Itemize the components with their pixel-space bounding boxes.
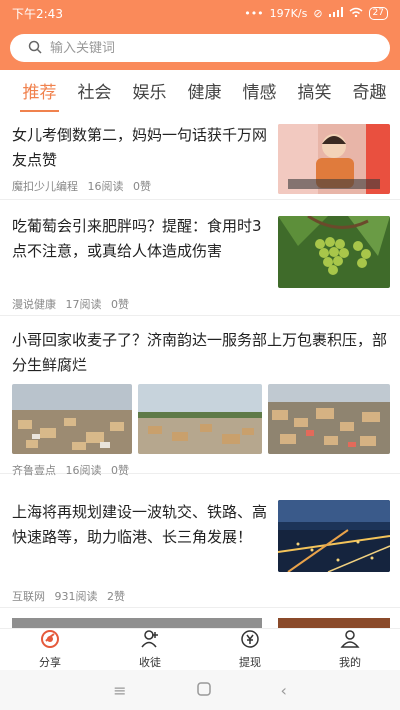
- nav-label: 提现: [239, 656, 261, 669]
- wifi-icon: [349, 7, 363, 20]
- article-thumbnail[interactable]: [12, 384, 132, 454]
- article-reads: 931阅读: [54, 590, 98, 603]
- article-likes: 2赞: [107, 590, 125, 603]
- article-meta: 互联网 931阅读 2赞: [12, 588, 131, 604]
- article-thumbnail[interactable]: [138, 384, 262, 454]
- article-likes: 0赞: [111, 298, 129, 311]
- home-icon[interactable]: [196, 681, 211, 700]
- article-thumbnail[interactable]: [278, 124, 390, 194]
- article-reads: 16阅读: [87, 180, 124, 193]
- article-source: 互联网: [12, 590, 45, 603]
- nav-label: 收徒: [139, 656, 161, 669]
- article-meta: 魔扣少儿编程 16阅读 0赞: [12, 178, 157, 194]
- profile-icon: [340, 629, 360, 652]
- tab-recommend[interactable]: 推荐: [12, 72, 67, 118]
- article-title[interactable]: 上海将再规划建设一波轨交、铁路、高快速路等，助力临港、长三角发展！: [12, 500, 274, 550]
- menu-icon[interactable]: ≡: [113, 681, 126, 700]
- article-title[interactable]: 小哥回家收麦子了？济南韵达一服务部上万包裹积压，部分生鲜腐烂: [12, 328, 392, 378]
- tab-society[interactable]: 社会: [67, 72, 122, 118]
- article-source: 漫说健康: [12, 298, 56, 311]
- nav-withdraw[interactable]: 提现: [200, 629, 300, 670]
- status-bar: 下午2:43 ••• 197K/s ⊘ 27: [0, 0, 400, 26]
- list-item[interactable]: 女儿考倒数第二，妈妈一句话获千万网友点赞 魔扣少儿编程 16阅读 0赞: [0, 118, 400, 200]
- add-user-icon: [140, 629, 160, 652]
- list-item[interactable]: 上海将再规划建设一波轨交、铁路、高快速路等，助力临港、长三角发展！ 互联网 93…: [0, 488, 400, 608]
- network-speed: 197K/s: [269, 6, 308, 20]
- article-likes: 0赞: [111, 464, 129, 477]
- list-item[interactable]: [0, 614, 400, 628]
- header: 下午2:43 ••• 197K/s ⊘ 27: [0, 0, 400, 70]
- tab-funny[interactable]: 搞笑: [287, 72, 342, 118]
- nav-share[interactable]: 分享: [0, 629, 100, 670]
- article-thumbnail[interactable]: [278, 618, 390, 628]
- article-likes: 0赞: [133, 180, 151, 193]
- system-nav-bar: ≡ ‹: [0, 670, 400, 710]
- article-title-partial: [12, 618, 262, 628]
- article-meta: 漫说健康 17阅读 0赞: [12, 296, 135, 312]
- tab-emotion[interactable]: 情感: [232, 72, 287, 118]
- share-icon: [40, 629, 60, 652]
- status-time: 下午2:43: [12, 6, 63, 21]
- article-source: 齐鲁壹点: [12, 464, 56, 477]
- article-meta: 齐鲁壹点 16阅读 0赞: [12, 462, 135, 478]
- article-title[interactable]: 吃葡萄会引来肥胖吗？提醒：食用时3点不注意，或真给人体造成伤害: [12, 214, 274, 264]
- nav-recruit[interactable]: 收徒: [100, 629, 200, 670]
- list-item[interactable]: 吃葡萄会引来肥胖吗？提醒：食用时3点不注意，或真给人体造成伤害 漫说健康 17阅…: [0, 200, 400, 316]
- search-input[interactable]: [50, 40, 350, 56]
- nav-profile[interactable]: 我的: [300, 629, 400, 670]
- article-reads: 16阅读: [65, 464, 102, 477]
- search-icon: [28, 39, 42, 58]
- back-icon[interactable]: ‹: [281, 681, 287, 700]
- article-reads: 17阅读: [65, 298, 102, 311]
- battery-indicator: 27: [368, 6, 388, 20]
- article-thumbnail[interactable]: [268, 384, 390, 454]
- withdraw-icon: [240, 629, 260, 652]
- status-dots: •••: [244, 6, 264, 20]
- article-source: 魔扣少儿编程: [12, 180, 78, 193]
- alarm-icon: ⊘: [313, 6, 323, 20]
- article-thumbnail[interactable]: [278, 500, 390, 572]
- news-feed: 女儿考倒数第二，妈妈一句话获千万网友点赞 魔扣少儿编程 16阅读 0赞 吃葡萄会…: [0, 118, 400, 628]
- search-bar[interactable]: [10, 34, 390, 62]
- nav-label: 我的: [339, 656, 361, 669]
- bottom-nav: 分享 收徒 提现 我的: [0, 628, 400, 670]
- tab-health[interactable]: 健康: [177, 72, 232, 118]
- tab-curious[interactable]: 奇趣: [342, 72, 397, 118]
- article-title[interactable]: 女儿考倒数第二，妈妈一句话获千万网友点赞: [12, 123, 272, 173]
- tab-entertainment[interactable]: 娱乐: [122, 72, 177, 118]
- list-item[interactable]: 小哥回家收麦子了？济南韵达一服务部上万包裹积压，部分生鲜腐烂 齐鲁壹点 16阅读…: [0, 316, 400, 477]
- signal-icon: [328, 6, 343, 20]
- article-thumbnail[interactable]: [278, 216, 390, 288]
- nav-label: 分享: [39, 656, 61, 669]
- category-tabs: 推荐 社会 娱乐 健康 情感 搞笑 奇趣: [0, 72, 400, 118]
